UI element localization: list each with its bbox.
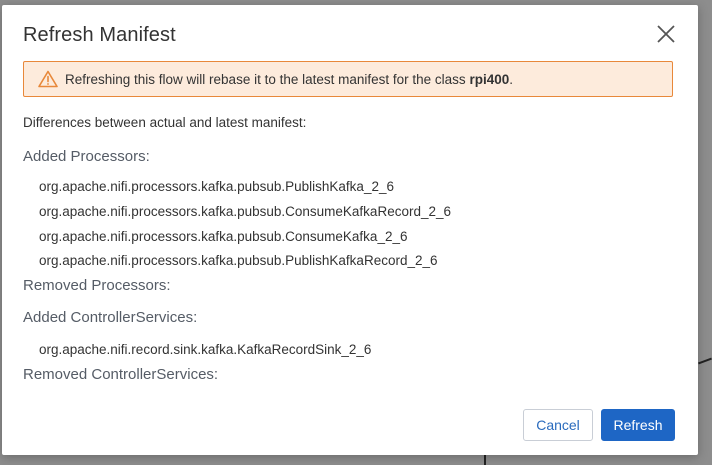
list-item: org.apache.nifi.processors.kafka.pubsub.… bbox=[39, 253, 438, 268]
warning-message: Refreshing this flow will rebase it to t… bbox=[65, 72, 513, 87]
removed-controller-services-heading: Removed ControllerServices: bbox=[23, 366, 219, 383]
removed-processors-heading: Removed Processors: bbox=[23, 277, 171, 294]
list-item: org.apache.nifi.processors.kafka.pubsub.… bbox=[39, 229, 408, 244]
manifest-class-name: rpi400 bbox=[469, 72, 510, 87]
warning-triangle-icon bbox=[38, 70, 58, 88]
canvas-connection-line bbox=[698, 357, 712, 365]
list-item: org.apache.nifi.record.sink.kafka.KafkaR… bbox=[39, 342, 372, 357]
warning-text-before: Refreshing this flow will rebase it to t… bbox=[65, 72, 470, 87]
dialog-title: Refresh Manifest bbox=[23, 24, 176, 46]
added-controller-services-heading: Added ControllerServices: bbox=[23, 309, 198, 326]
refresh-manifest-dialog: Refresh Manifest Refreshing this flow wi… bbox=[2, 5, 698, 455]
differences-intro: Differences between actual and latest ma… bbox=[23, 115, 307, 130]
list-item: org.apache.nifi.processors.kafka.pubsub.… bbox=[39, 204, 451, 219]
added-processors-heading: Added Processors: bbox=[23, 148, 150, 165]
warning-banner: Refreshing this flow will rebase it to t… bbox=[23, 61, 673, 97]
refresh-button[interactable]: Refresh bbox=[601, 409, 675, 441]
close-icon bbox=[657, 25, 675, 43]
close-button[interactable] bbox=[655, 23, 677, 45]
warning-text-after: . bbox=[509, 72, 513, 87]
canvas-connection-line bbox=[484, 455, 486, 465]
cancel-button[interactable]: Cancel bbox=[523, 409, 593, 441]
list-item: org.apache.nifi.processors.kafka.pubsub.… bbox=[39, 179, 394, 194]
